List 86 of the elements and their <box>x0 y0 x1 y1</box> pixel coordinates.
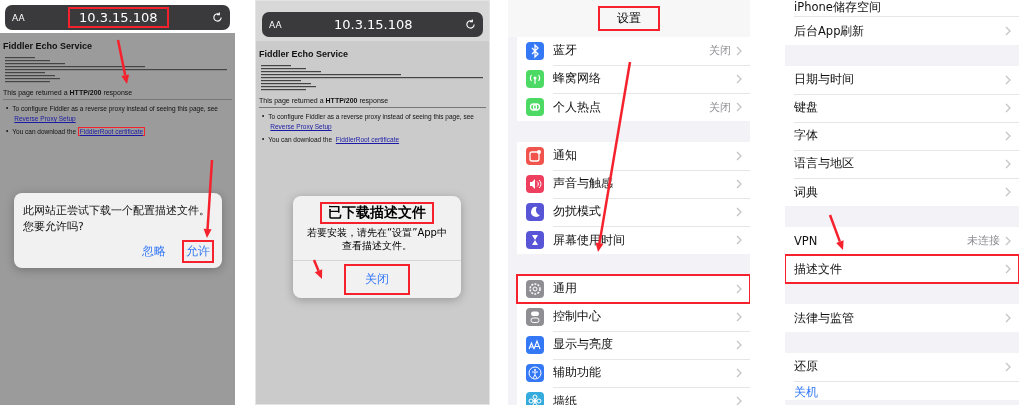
annotation-arrow <box>828 214 844 250</box>
settings-row[interactable]: 勿扰模式 <box>517 198 750 226</box>
row-label: 描述文件 <box>794 261 843 277</box>
row-label: 控制中心 <box>553 309 602 324</box>
row-value: 关闭 <box>709 99 731 115</box>
settings-row[interactable]: 描述文件 <box>785 255 1019 283</box>
chevron-icon <box>736 311 742 322</box>
annotation-arrow <box>312 259 323 279</box>
address-bar[interactable]: AA 10.3.15.108 <box>5 5 230 30</box>
chevron-icon <box>1005 361 1011 372</box>
dialog-button[interactable]: 忽略 <box>139 241 169 262</box>
row-label: 字体 <box>794 128 819 143</box>
page-title: Fiddler Echo Service <box>259 49 350 59</box>
row-label: 蓝牙 <box>553 43 578 58</box>
chevron-icon <box>1005 158 1011 169</box>
chevron-icon <box>1005 130 1011 141</box>
chevron-icon <box>736 206 742 217</box>
settings-row[interactable]: 通用 <box>517 275 750 303</box>
dialog-title: 已下载描述文件 <box>320 202 434 224</box>
annotation-arrow <box>116 39 130 84</box>
chevron-icon <box>1005 264 1011 274</box>
dialog-message: 若要安装，请先在“设置”App中查看描述文件。 <box>306 226 448 253</box>
settings-row[interactable]: 通知 <box>517 142 750 170</box>
settings-row[interactable]: 日期与时间 <box>785 66 1019 94</box>
row-label: 个人热点 <box>553 99 602 115</box>
chevron-icon <box>736 367 742 378</box>
chevron-icon <box>1005 235 1011 246</box>
chevron-icon <box>1005 102 1011 113</box>
settings-row[interactable]: 语言与地区 <box>785 150 1019 178</box>
row-label: 日期与时间 <box>794 72 855 87</box>
dialog-button[interactable]: 关闭 <box>345 265 409 294</box>
row-label: 还原 <box>794 359 819 374</box>
row-label: 键盘 <box>794 100 819 115</box>
chevron-icon <box>1005 26 1011 36</box>
text-size-button[interactable]: AA <box>269 19 282 30</box>
text-size-button[interactable]: AA <box>12 12 25 23</box>
chevron-icon <box>1005 74 1011 85</box>
settings-row[interactable]: 辅助功能 <box>517 359 750 387</box>
url-text: 10.3.15.108 <box>69 8 168 27</box>
row-label: 蜂窝网络 <box>553 71 602 86</box>
row-label: 法律与监管 <box>794 310 855 326</box>
chevron-icon <box>1005 313 1011 323</box>
row-label: iPhone储存空间 <box>794 0 882 15</box>
row-label: 词典 <box>794 184 819 200</box>
settings-row[interactable]: 字体 <box>785 122 1019 150</box>
chevron-icon <box>736 102 742 112</box>
reload-icon[interactable] <box>465 19 476 30</box>
dialog-button[interactable]: 允许 <box>183 241 213 262</box>
row-label: 关机 <box>794 384 819 400</box>
url-text: 10.3.15.108 <box>333 16 414 34</box>
chevron-icon <box>736 339 742 350</box>
chevron-icon <box>736 178 742 189</box>
dialog-message: 此网站正尝试下载一个配置描述文件。您要允许吗? <box>23 203 211 235</box>
settings-row[interactable]: 法律与监管 <box>785 304 1019 332</box>
settings-row[interactable]: 后台App刷新 <box>785 17 1019 45</box>
settings-row[interactable]: 显示与亮度 <box>517 331 750 359</box>
row-label: 通用 <box>553 281 578 296</box>
row-label: 通知 <box>553 148 578 163</box>
row-label: 后台App刷新 <box>794 23 866 39</box>
chevron-icon <box>736 283 742 294</box>
settings-row[interactable]: 个人热点 关闭 <box>517 93 750 121</box>
row-value: 关闭 <box>709 43 731 58</box>
screen-title: 设置 <box>599 7 659 30</box>
reload-icon[interactable] <box>212 12 223 23</box>
settings-row[interactable]: 蜂窝网络 <box>517 65 750 93</box>
chevron-icon <box>736 150 742 161</box>
page-title: Fiddler Echo Service <box>3 41 94 51</box>
row-label: 语言与地区 <box>794 156 855 171</box>
row-label: VPN <box>794 233 819 248</box>
settings-row[interactable]: 键盘 <box>785 94 1019 122</box>
chevron-icon <box>1005 187 1011 197</box>
settings-row[interactable]: iPhone储存空间 <box>785 0 1019 17</box>
settings-row[interactable]: 控制中心 <box>517 303 750 331</box>
settings-row[interactable]: 词典 <box>785 178 1019 206</box>
chevron-icon <box>736 73 742 84</box>
row-label: 显示与亮度 <box>553 337 614 352</box>
chevron-icon <box>736 396 742 405</box>
chevron-icon <box>736 235 742 245</box>
settings-row[interactable]: 还原 <box>785 353 1019 381</box>
settings-action[interactable]: 关机 <box>785 381 1019 400</box>
row-value: 未连接 <box>967 233 1000 248</box>
row-label: 勿扰模式 <box>553 204 602 219</box>
chevron-icon <box>736 45 742 56</box>
settings-row[interactable]: 蓝牙 关闭 <box>517 37 750 65</box>
address-bar[interactable]: AA 10.3.15.108 <box>262 12 483 37</box>
row-label: 辅助功能 <box>553 365 602 380</box>
